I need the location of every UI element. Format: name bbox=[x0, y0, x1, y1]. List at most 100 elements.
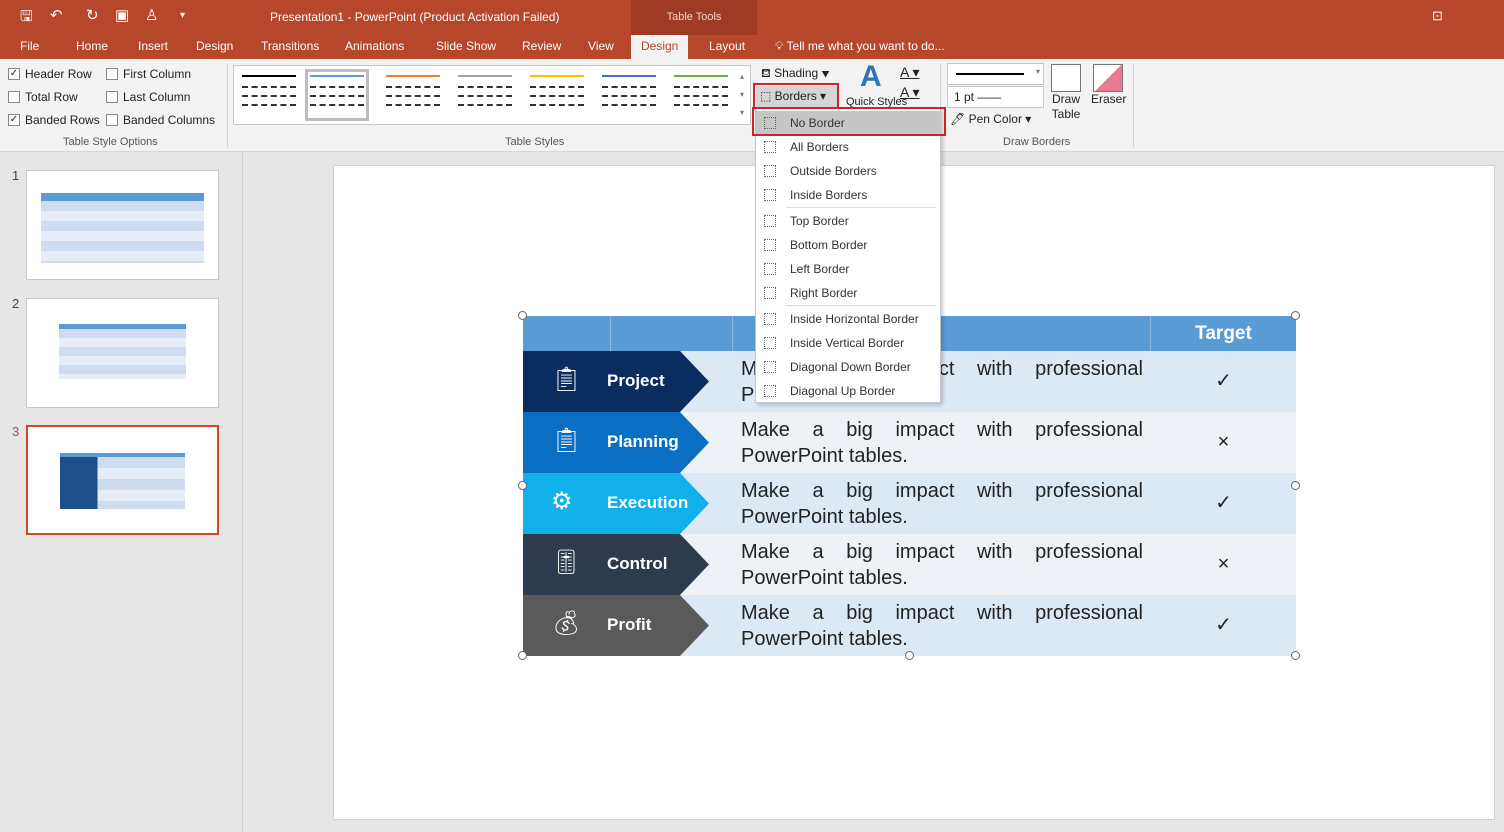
table-style-swatch[interactable] bbox=[240, 72, 298, 118]
slide-thumbnail-pane: 1 2 3 bbox=[0, 152, 243, 832]
slide-thumbnail-1[interactable] bbox=[26, 170, 219, 280]
header-row-checkbox[interactable]: ✓ Header Row bbox=[8, 67, 92, 81]
slide-thumbnail-3[interactable] bbox=[26, 425, 219, 535]
menu-separator bbox=[786, 207, 936, 208]
tab-table-design[interactable]: Design bbox=[631, 35, 689, 59]
slide-thumbnail-2[interactable] bbox=[26, 298, 219, 408]
first-column-checkbox[interactable]: First Column bbox=[106, 67, 191, 81]
table-styles-gallery: ▴ ▾ ▾ bbox=[233, 65, 751, 125]
table-style-swatch[interactable] bbox=[384, 72, 442, 118]
draw-table-button[interactable]: Draw Table bbox=[1050, 64, 1082, 132]
row-label-arrow: ⚙︎ Execution bbox=[523, 473, 709, 534]
total-row-checkbox[interactable]: Total Row bbox=[8, 90, 78, 104]
table-style-swatch[interactable] bbox=[305, 69, 369, 121]
tab-design[interactable]: Design bbox=[196, 39, 233, 53]
row-icon: 🎚︎ bbox=[551, 549, 582, 576]
draw-table-icon bbox=[1051, 64, 1081, 92]
tab-layout[interactable]: Layout bbox=[709, 39, 745, 53]
border-icon bbox=[764, 263, 776, 275]
group-label: Draw Borders bbox=[1003, 136, 1071, 148]
tab-review[interactable]: Review bbox=[522, 39, 561, 53]
brush-icon[interactable]: ♙ bbox=[145, 6, 158, 24]
menu-item-diagonal-down-border[interactable]: Diagonal Down Border bbox=[756, 355, 940, 379]
resize-handle[interactable] bbox=[518, 481, 527, 490]
resize-handle[interactable] bbox=[1291, 651, 1300, 660]
table-style-swatch[interactable] bbox=[672, 72, 730, 118]
table-style-swatch[interactable] bbox=[600, 72, 658, 118]
row-icon: ⚙︎ bbox=[551, 488, 573, 515]
gallery-scroll[interactable]: ▴ ▾ ▾ bbox=[740, 68, 744, 122]
menu-item-left-border[interactable]: Left Border bbox=[756, 257, 940, 281]
border-icon bbox=[764, 165, 776, 177]
border-icon bbox=[764, 385, 776, 397]
border-icon bbox=[764, 239, 776, 251]
eraser-button[interactable]: Eraser bbox=[1091, 64, 1126, 106]
tab-home[interactable]: Home bbox=[76, 39, 108, 53]
table-style-swatch[interactable] bbox=[456, 72, 514, 118]
target-mark: × bbox=[1217, 431, 1230, 453]
row-icon: 📋︎ bbox=[551, 366, 582, 393]
menu-item-inside-horizontal-border[interactable]: Inside Horizontal Border bbox=[756, 307, 940, 331]
menu-item-inside-vertical-border[interactable]: Inside Vertical Border bbox=[756, 331, 940, 355]
tab-file[interactable]: File bbox=[20, 39, 39, 53]
border-icon bbox=[764, 189, 776, 201]
table-style-swatch[interactable] bbox=[528, 72, 586, 118]
row-label: Execution bbox=[607, 493, 689, 512]
row-label: Project bbox=[607, 371, 665, 390]
table-row[interactable]: ⚙︎ Execution Make a big impact with prof… bbox=[523, 473, 1296, 534]
present-icon[interactable]: ▣ bbox=[115, 6, 129, 24]
border-icon bbox=[764, 361, 776, 373]
resize-handle[interactable] bbox=[1291, 481, 1300, 490]
menu-item-top-border[interactable]: Top Border bbox=[756, 209, 940, 233]
table-row[interactable]: 🎚︎ Control Make a big impact with profes… bbox=[523, 534, 1296, 595]
resize-handle[interactable] bbox=[905, 651, 914, 660]
last-column-checkbox[interactable]: Last Column bbox=[106, 90, 190, 104]
tab-animations[interactable]: Animations bbox=[345, 39, 404, 53]
tell-me-search[interactable]: 💡︎ Tell me what you want to do... bbox=[775, 39, 945, 54]
row-description: Make a big impact with professional Powe… bbox=[741, 602, 1143, 650]
menu-item-right-border[interactable]: Right Border bbox=[756, 281, 940, 305]
undo-icon[interactable]: ↶ bbox=[50, 6, 63, 24]
menu-item-all-borders[interactable]: All Borders bbox=[756, 135, 940, 159]
resize-handle[interactable] bbox=[1291, 311, 1300, 320]
tab-transitions[interactable]: Transitions bbox=[261, 39, 319, 53]
save-icon[interactable]: 🖫 bbox=[20, 6, 33, 31]
row-label-arrow: 📋︎ Planning bbox=[523, 412, 709, 473]
table-row[interactable]: 💰︎ Profit Make a big impact with profess… bbox=[523, 595, 1296, 656]
tab-insert[interactable]: Insert bbox=[138, 39, 168, 53]
banded-columns-checkbox[interactable]: Banded Columns bbox=[106, 113, 215, 127]
target-header: Target bbox=[1195, 323, 1252, 344]
text-outline-icon[interactable]: A ▾ bbox=[900, 84, 919, 101]
group-label: Table Style Options bbox=[63, 136, 158, 148]
row-label: Planning bbox=[607, 432, 679, 451]
pen-color-button[interactable]: 🖊︎ Pen Color ▾ bbox=[950, 112, 1031, 126]
ribbon-display-icon[interactable]: ⊡ bbox=[1432, 8, 1443, 24]
row-icon: 💰︎ bbox=[551, 610, 582, 637]
divider bbox=[227, 64, 228, 148]
row-label: Profit bbox=[607, 615, 652, 634]
redo-icon[interactable]: ↻ bbox=[86, 6, 99, 24]
target-mark: ✓ bbox=[1215, 370, 1232, 392]
slide-number: 2 bbox=[12, 296, 20, 311]
row-label-arrow: 🎚︎ Control bbox=[523, 534, 709, 595]
menu-item-inside-borders[interactable]: Inside Borders bbox=[756, 183, 940, 207]
row-label-arrow: 💰︎ Profit bbox=[523, 595, 709, 656]
table-row[interactable]: 📋︎ Planning Make a big impact with profe… bbox=[523, 412, 1296, 473]
resize-handle[interactable] bbox=[518, 651, 527, 660]
tab-view[interactable]: View bbox=[588, 39, 614, 53]
tab-slide-show[interactable]: Slide Show bbox=[436, 39, 496, 53]
slide-number: 3 bbox=[12, 424, 20, 439]
quick-styles-icon[interactable]: A bbox=[860, 60, 882, 94]
pen-weight-select[interactable]: 1 pt —— bbox=[947, 86, 1044, 108]
menu-item-diagonal-up-border[interactable]: Diagonal Up Border bbox=[756, 379, 940, 403]
text-fill-icon[interactable]: A ▾ bbox=[900, 64, 919, 81]
menu-item-outside-borders[interactable]: Outside Borders bbox=[756, 159, 940, 183]
pen-style-select[interactable]: ▾ bbox=[947, 63, 1044, 85]
shading-button[interactable]: ⛾ Shading ▾ bbox=[761, 66, 830, 82]
row-description: Make a big impact with professional Powe… bbox=[741, 419, 1143, 467]
customize-icon[interactable]: ▾ bbox=[180, 10, 185, 21]
target-mark: ✓ bbox=[1215, 614, 1232, 636]
menu-item-bottom-border[interactable]: Bottom Border bbox=[756, 233, 940, 257]
banded-rows-checkbox[interactable]: ✓ Banded Rows bbox=[8, 113, 100, 127]
resize-handle[interactable] bbox=[518, 311, 527, 320]
